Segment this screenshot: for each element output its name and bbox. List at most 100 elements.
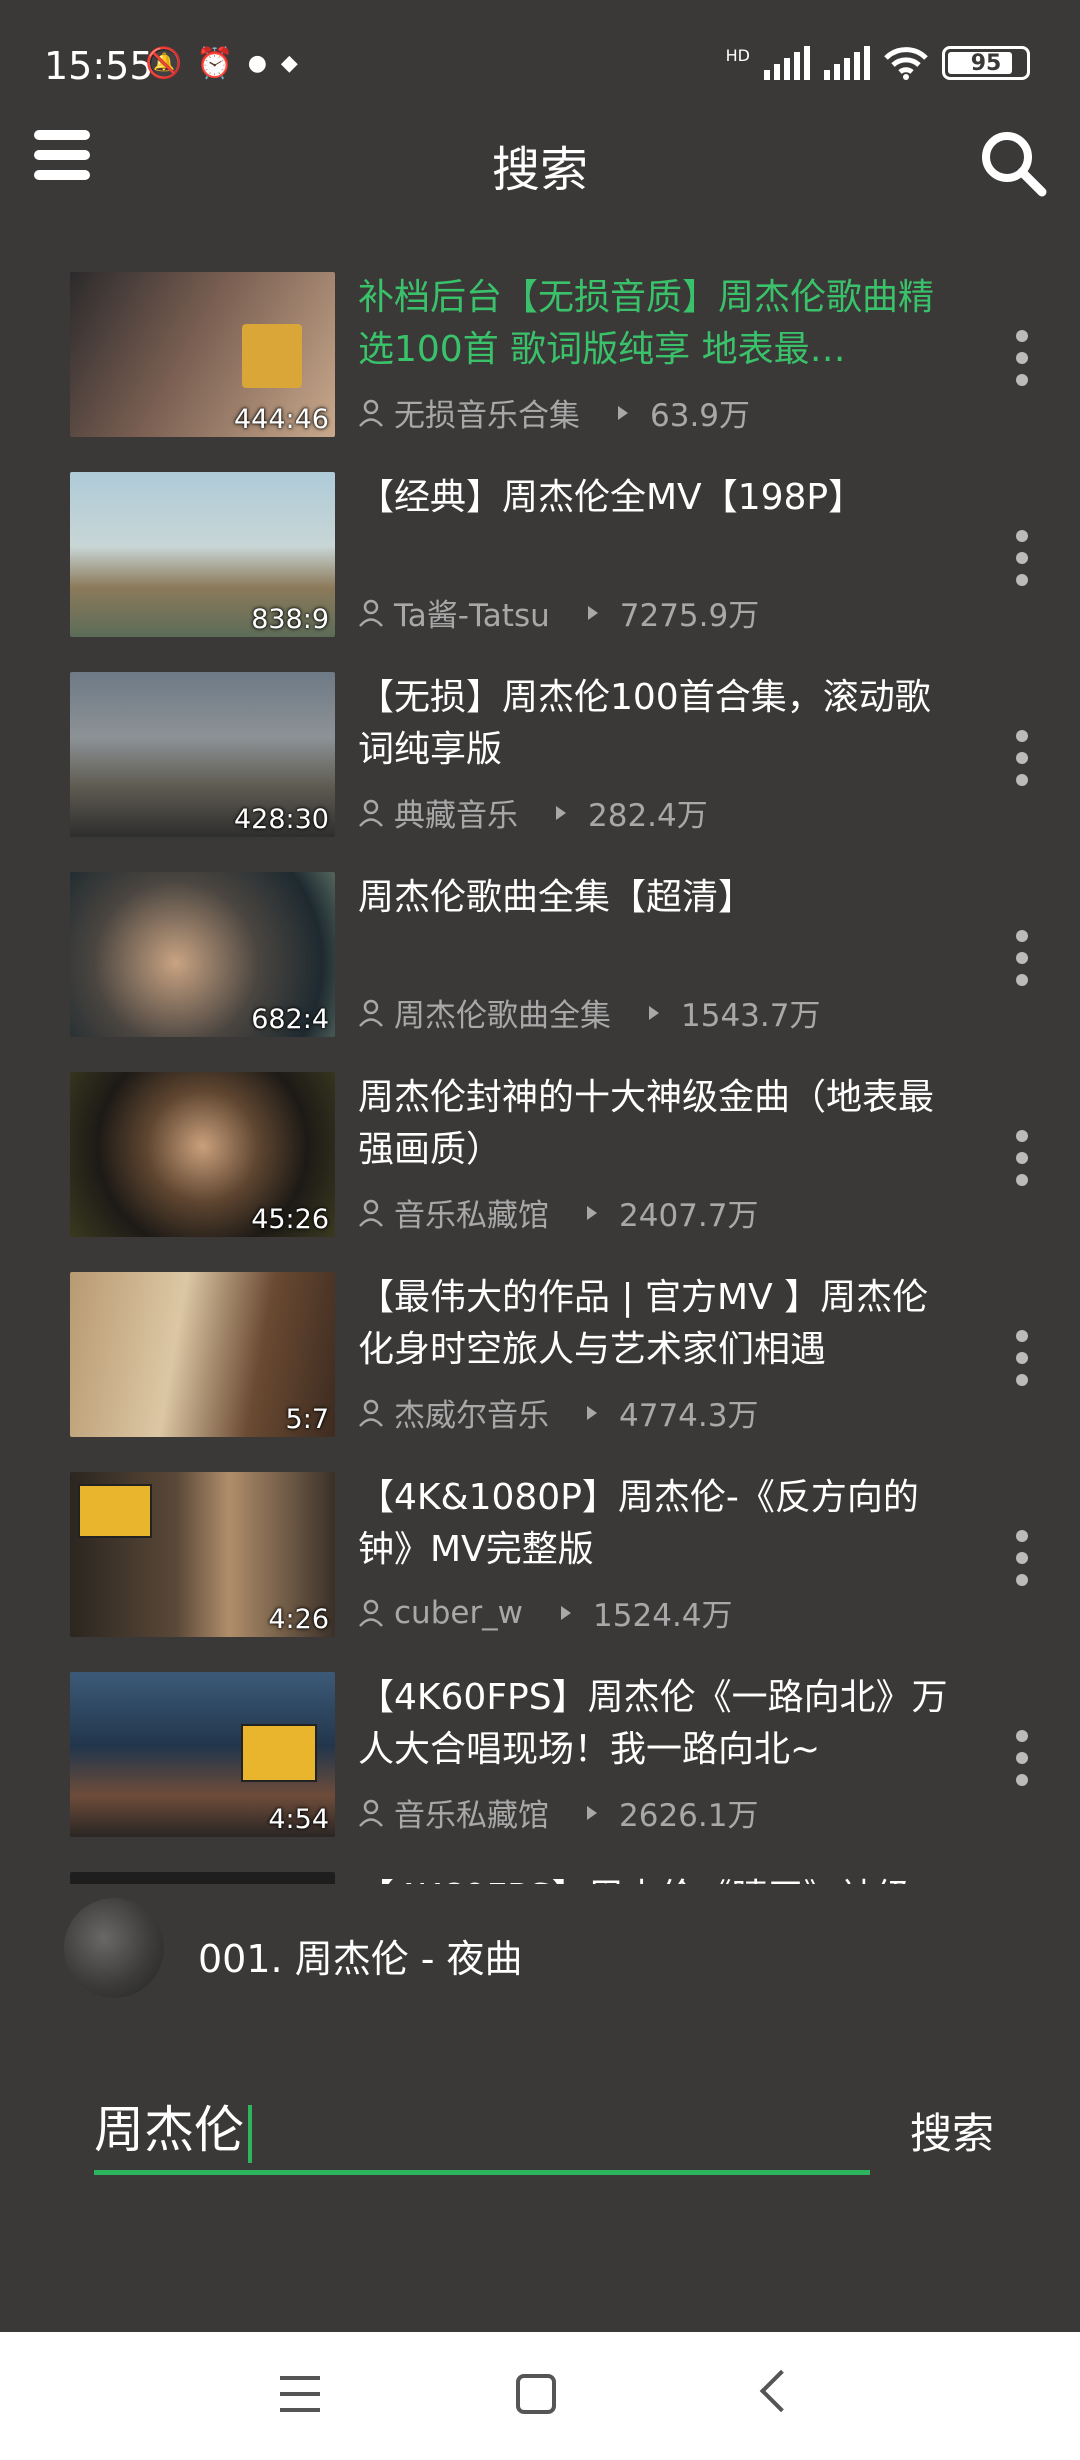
- uploader-name: 音乐私藏馆: [394, 1798, 549, 1834]
- video-title[interactable]: 【4K60FPS】周杰伦《一路向北》万人大合唱现场！我一路向北~: [358, 1672, 948, 1776]
- search-results-list[interactable]: 444:46 补档后台【无损音质】周杰伦歌曲精选100首 歌词版纯享 地表最… …: [0, 260, 1080, 1884]
- more-options-button[interactable]: [1016, 1330, 1030, 1390]
- result-item[interactable]: 682:4 周杰伦歌曲全集【超清】 周杰伦歌曲全集 1543.7万: [0, 860, 1080, 1060]
- video-duration: 444:46: [234, 404, 329, 435]
- wifi-icon: [884, 47, 928, 80]
- video-title[interactable]: 【最伟大的作品 | 官方MV 】周杰伦 化身时空旅人与艺术家们相遇: [358, 1272, 948, 1376]
- text-caret: [248, 2104, 252, 2163]
- app-notification-icon-2: ◆: [280, 51, 298, 76]
- video-thumbnail[interactable]: [70, 1872, 335, 1884]
- 4k-badge: [78, 1484, 152, 1538]
- battery-level: 95: [970, 50, 1002, 76]
- play-count: 2407.7万: [619, 1198, 759, 1234]
- status-notification-icons: 🔕 ⏰ ● ◆: [145, 46, 298, 81]
- hd-label: HD: [725, 46, 750, 65]
- result-item[interactable]: 4:54 【4K60FPS】周杰伦《一路向北》万人大合唱现场！我一路向北~ 音乐…: [0, 1660, 1080, 1860]
- user-icon: [359, 1399, 383, 1427]
- video-title[interactable]: 补档后台【无损音质】周杰伦歌曲精选100首 歌词版纯享 地表最…: [358, 272, 948, 376]
- page-title: 搜索: [491, 142, 588, 198]
- now-playing-bar[interactable]: 001. 周杰伦 - 夜曲: [0, 1884, 1080, 2024]
- more-options-button[interactable]: [1016, 730, 1030, 790]
- play-count-icon: [587, 1205, 597, 1220]
- video-title[interactable]: 周杰伦封神的十大神级金曲（地表最强画质）: [358, 1072, 948, 1176]
- back-button[interactable]: [759, 2369, 803, 2413]
- signal-icon-2: [824, 46, 870, 80]
- video-duration: 4:54: [268, 1804, 329, 1835]
- user-icon: [359, 1199, 383, 1227]
- uploader-name: 音乐私藏馆: [394, 1198, 549, 1234]
- home-button[interactable]: [516, 2374, 556, 2414]
- user-icon: [359, 1799, 383, 1827]
- play-count: 7275.9万: [619, 598, 760, 634]
- app-notification-icon: ●: [247, 51, 267, 76]
- uploader-name: 无损音乐合集: [394, 398, 580, 434]
- user-icon: [359, 599, 383, 627]
- mute-icon: 🔕: [145, 46, 183, 81]
- video-thumbnail[interactable]: 4:54: [70, 1672, 335, 1837]
- result-item[interactable]: 5:7 【最伟大的作品 | 官方MV 】周杰伦 化身时空旅人与艺术家们相遇 杰威…: [0, 1260, 1080, 1460]
- uploader-name: 周杰伦歌曲全集: [394, 998, 611, 1034]
- recent-apps-button[interactable]: [280, 2376, 320, 2414]
- video-meta: 杰威尔音乐 4774.3万: [358, 1390, 758, 1435]
- video-meta: 典藏音乐 282.4万: [358, 790, 708, 835]
- search-icon[interactable]: [976, 126, 1050, 200]
- more-options-button[interactable]: [1016, 1530, 1030, 1590]
- play-count: 282.4万: [588, 798, 708, 834]
- result-item[interactable]: 4:26 【4K&1080P】周杰伦-《反方向的钟》MV完整版 cuber_w …: [0, 1460, 1080, 1660]
- video-title[interactable]: 【4K60FPS】周杰伦《晴天》神级: [358, 1872, 948, 1884]
- search-submit-button[interactable]: 搜索: [910, 2100, 994, 2161]
- play-count-icon: [587, 1405, 597, 1420]
- video-meta: 无损音乐合集 63.9万: [358, 390, 750, 435]
- video-thumbnail[interactable]: 444:46: [70, 272, 335, 437]
- status-time: 15:55: [44, 44, 154, 88]
- play-count-icon: [587, 605, 598, 620]
- more-options-button[interactable]: [1016, 330, 1030, 390]
- more-options-button[interactable]: [1016, 530, 1030, 590]
- video-thumbnail[interactable]: 838:9: [70, 472, 335, 637]
- video-meta: 音乐私藏馆 2626.1万: [358, 1790, 758, 1835]
- result-item[interactable]: 45:26 周杰伦封神的十大神级金曲（地表最强画质） 音乐私藏馆 2407.7万: [0, 1060, 1080, 1260]
- play-count: 4774.3万: [619, 1398, 759, 1434]
- result-item[interactable]: 【4K60FPS】周杰伦《晴天》神级: [0, 1860, 1080, 1884]
- video-thumbnail[interactable]: 4:26: [70, 1472, 335, 1637]
- status-bar: 15:55 🔕 ⏰ ● ◆ HD 95: [0, 0, 1080, 120]
- video-thumbnail[interactable]: 45:26: [70, 1072, 335, 1237]
- video-duration: 4:26: [268, 1604, 329, 1635]
- signal-icon-1: [764, 46, 810, 80]
- alarm-icon: ⏰: [196, 46, 234, 81]
- 4k-badge: [241, 1724, 317, 1782]
- result-item[interactable]: 444:46 补档后台【无损音质】周杰伦歌曲精选100首 歌词版纯享 地表最… …: [0, 260, 1080, 460]
- video-duration: 838:9: [251, 604, 329, 635]
- play-count-icon: [556, 805, 566, 820]
- play-count-icon: [587, 1805, 597, 1820]
- more-options-button[interactable]: [1016, 1730, 1030, 1790]
- play-count: 2626.1万: [619, 1798, 759, 1834]
- play-count: 1543.7万: [681, 998, 821, 1034]
- hires-badge: [242, 324, 302, 388]
- more-options-button[interactable]: [1016, 1130, 1030, 1190]
- result-item[interactable]: 428:30 【无损】周杰伦100首合集，滚动歌词纯享版 典藏音乐 282.4万: [0, 660, 1080, 860]
- play-count-icon: [618, 405, 628, 420]
- video-title[interactable]: 【经典】周杰伦全MV【198P】: [358, 472, 948, 524]
- user-icon: [359, 999, 383, 1027]
- video-title[interactable]: 【4K&1080P】周杰伦-《反方向的钟》MV完整版: [358, 1472, 948, 1576]
- now-playing-cover[interactable]: [64, 1898, 164, 1998]
- user-icon: [359, 399, 383, 427]
- video-thumbnail[interactable]: 5:7: [70, 1272, 335, 1437]
- video-duration: 45:26: [251, 1204, 329, 1235]
- video-title[interactable]: 【无损】周杰伦100首合集，滚动歌词纯享版: [358, 672, 948, 776]
- uploader-name: 典藏音乐: [394, 798, 518, 834]
- play-count-icon: [649, 1005, 659, 1020]
- uploader-name: Ta酱-Tatsu: [394, 598, 550, 634]
- search-input-value: 周杰伦: [94, 2101, 244, 2159]
- video-title[interactable]: 周杰伦歌曲全集【超清】: [358, 872, 948, 924]
- video-thumbnail[interactable]: 682:4: [70, 872, 335, 1037]
- search-input[interactable]: 周杰伦: [94, 2090, 870, 2175]
- video-thumbnail[interactable]: 428:30: [70, 672, 335, 837]
- now-playing-title[interactable]: 001. 周杰伦 - 夜曲: [198, 1928, 523, 1983]
- result-item[interactable]: 838:9 【经典】周杰伦全MV【198P】 Ta酱-Tatsu 7275.9万: [0, 460, 1080, 660]
- play-count: 1524.4万: [593, 1598, 733, 1634]
- user-icon: [359, 1599, 383, 1627]
- more-options-button[interactable]: [1016, 930, 1030, 990]
- system-nav-bar: [0, 2332, 1080, 2460]
